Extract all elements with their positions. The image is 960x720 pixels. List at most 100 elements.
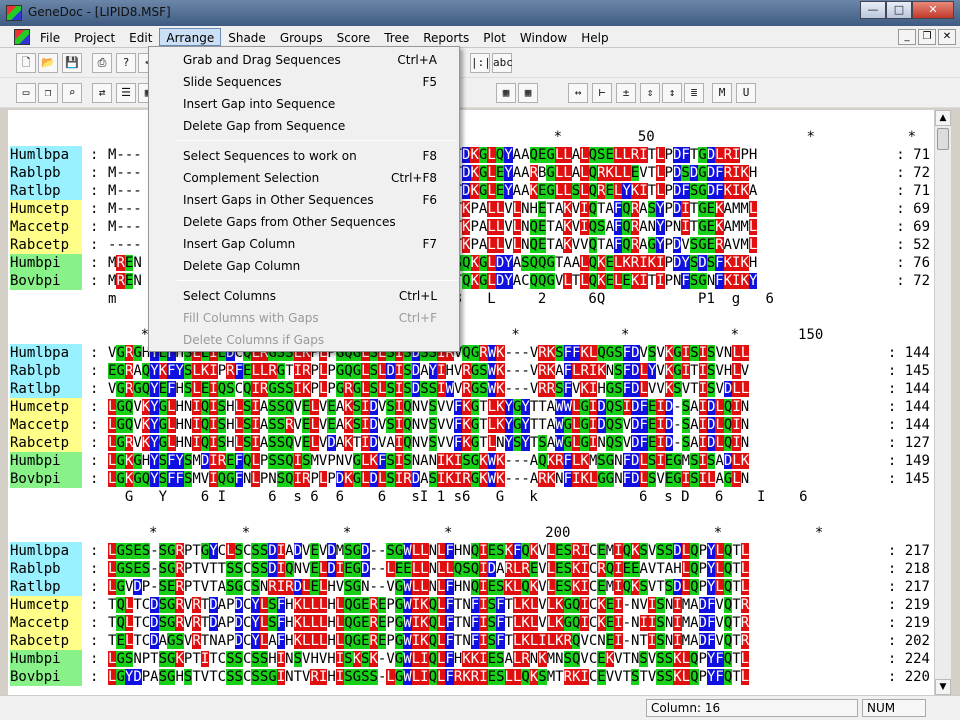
sequence-row[interactable]: Humcetp: TQLTCDSGRVRTDAPDCYLSFHKLLLHLQGER… [8,596,934,614]
list-icon[interactable]: ≣ [684,83,704,103]
sequence-row[interactable]: Rablpb:M--- LITRITDKGLEYAARBGLLALQRKLLEV… [8,164,934,182]
sequence-row[interactable]: Humcetp: LGQVKYGLHNIQISHLSIASSQVELVEAKSID… [8,398,934,416]
sequence-name[interactable]: Humlbpa [10,542,82,560]
open-folder-icon[interactable]: 📂 [38,53,58,73]
arrange-icon[interactable]: ⇄ [92,83,112,103]
sequence-name[interactable]: Maccetp [10,614,82,632]
sequence-name[interactable]: Humbpi [10,650,82,668]
u-icon[interactable]: U [736,83,756,103]
sequence-residues[interactable]: LGRVKYGLHNIQISHLSIASSQVELVDAKTIDVAIQNVSV… [108,434,749,452]
sequence-row[interactable]: Maccetp: LGQVKYGLHNIQISHLSIASSRVELVEAKSID… [8,416,934,434]
sequence-name[interactable]: Humcetp [10,596,82,614]
sequence-row[interactable]: Humbpi: LGSNPTSGKPTITCSSCSSHINSVHVHISKSK-… [8,650,934,668]
arrow-lr-icon[interactable]: ↔ [568,83,588,103]
sequence-row[interactable]: Bovbpi: LGYDPASGHSTVTCSSCSSGINTVRIHISGSS-… [8,668,934,686]
app-icon[interactable] [6,5,22,21]
sequence-name[interactable]: Ratlbp [10,380,82,398]
grid3-icon[interactable]: ▦ [518,83,538,103]
menu-score[interactable]: Score [330,28,378,46]
sequence-row[interactable]: Humlbpa: LGSES-SGRPTGYCLSCSSDIADVEVDMSGD-… [8,542,934,560]
menu-tree[interactable]: Tree [377,28,416,46]
sequence-row[interactable]: Ratlbp: LGVDP-SERPTVTASGCSNRIRDLELHVSGN--… [8,578,934,596]
menu-project[interactable]: Project [67,28,122,46]
print-icon[interactable]: ⎙ [92,53,112,73]
sequence-residues[interactable]: EGRAQYKFYSLKIPRFELLRGTIRPLPGQGLSLDISDAYI… [108,362,749,380]
report-icon[interactable]: ☰ [116,83,136,103]
sequence-row[interactable]: Humlbpa:M--- LVARITDKGLQYAAQEGLLALQSELLR… [8,146,934,164]
sequence-residues[interactable]: LGKGQYSFFSMVIQGFNLPNSQIRPLPDKGLDLSIRDASI… [108,470,749,488]
sequence-row[interactable]: Humlbpa: VGRGHYEFHSLEIEDCQLRGSSLKPLPGQGLS… [8,344,934,362]
minimize-button[interactable]: — [860,1,886,19]
mdi-close-button[interactable]: ✕ [938,29,956,45]
scroll-thumb[interactable] [937,128,949,150]
menu-file[interactable]: File [33,28,67,46]
arrange-menu-item[interactable]: Complement Selection Ctrl+F8 [151,167,457,189]
sequence-row[interactable]: Ratlbp:M--- MVVRITDKGLEYAAKEGLLSLQRELYKI… [8,182,934,200]
save-icon[interactable]: 💾 [62,53,82,73]
sequence-name[interactable]: Humlbpa [10,344,82,362]
sequence-residues[interactable]: TQLTCDSGRVRTDAPDCYLSFHKLLLHLQGEREPGWIKQL… [108,614,750,632]
arrange-menu-item[interactable]: Insert Gaps in Other Sequences F6 [151,189,457,211]
sequence-residues[interactable]: LGKGHYSFYSMDIREFQLPSSQISMVPNVGLKFSISNANI… [108,452,750,470]
sequence-residues[interactable]: LGQVKYGLHNIQISHLSIASSRVELVEAKSIDVSIQNVSV… [108,416,749,434]
sequence-name[interactable]: Humlbpa [10,146,82,164]
sequence-row[interactable]: Humbpi: LGKGHYSFYSMDIREFQLPSSQISMVPNVGLKF… [8,452,934,470]
arrange-menu-item[interactable]: Delete Gaps from Other Sequences [151,211,457,233]
sequence-name[interactable]: Ratlbp [10,182,82,200]
sequence-residues[interactable]: TELTCDAGSVRTNAPDCYLAFHKLLLHLQGEREPGWIKQL… [108,632,750,650]
sequence-residues[interactable]: LGYDPASGHSTVTCSSCSSGINTVRIHISGSS-LGWLIQL… [108,668,750,686]
arrange-menu-item[interactable]: Grab and Drag Sequences Ctrl+A [151,49,457,71]
sequence-name[interactable]: Humbpi [10,452,82,470]
sequence-residues[interactable]: VGRGQYEFHSLEIQSCQIRGSSIKPLPGRGLSLSISDSSI… [108,380,750,398]
arrange-menu-item[interactable]: Select Columns Ctrl+L [151,285,457,307]
sequence-row[interactable]: Bovbpi:MREN IVARITQKGLDYACQQGVLTLQKELEKI… [8,272,934,290]
mdi-restore-button[interactable]: ❐ [918,29,936,45]
sequence-name[interactable]: Ratlbp [10,578,82,596]
sequence-residues[interactable]: LGSES-SGRPTVTTSSCSSDIQNVELDIEGD--LEELLNL… [108,560,750,578]
arrange-menu-item[interactable]: Select Sequences to work on F8 [151,145,457,167]
sequence-row[interactable]: Bovbpi: LGKGQYSFFSMVIQGFNLPNSQIRPLPDKGLDL… [8,470,934,488]
sequence-name[interactable]: Humbpi [10,254,82,272]
vertical-scrollbar[interactable]: ▲ ▼ [934,110,951,695]
sequence-row[interactable]: Rablpb: EGRAQYKFYSLKIPRFELLRGTIRPLPGQGLSL… [8,362,934,380]
sequence-residues[interactable]: LGQVKYGLHNIQISHLSIASSQVELVEAKSIDVSIQNVSV… [108,398,749,416]
sequence-name[interactable]: Maccetp [10,218,82,236]
close-button[interactable]: ✕ [912,1,954,19]
document-icon[interactable] [14,29,30,45]
sequence-name[interactable]: Maccetp [10,416,82,434]
menu-groups[interactable]: Groups [273,28,330,46]
maximize-button[interactable]: □ [886,1,912,19]
menu-edit[interactable]: Edit [122,28,159,46]
sequence-row[interactable]: Maccetp:M--- IVCRITKPALLVLNQETAKVIQSAFQR… [8,218,934,236]
sequence-row[interactable]: Rabcetp: LGRVKYGLHNIQISHLSIASSQVELVDAKTID… [8,434,934,452]
sequence-name[interactable]: Rablpb [10,362,82,380]
sequence-residues[interactable]: LGSES-SGRPTGYCLSCSSDIADVEVDMSGD--SGWLLNL… [108,542,750,560]
arrange-menu-item[interactable]: Delete Gap from Sequence [151,115,457,137]
sequence-name[interactable]: Bovbpi [10,470,82,488]
sequence-name[interactable]: Bovbpi [10,668,82,686]
copy-seq-icon[interactable]: ❐ [38,83,58,103]
sequence-row[interactable]: Rablpb: LGSES-SGRPTVTTSSCSSDIQNVELDIEGD--… [8,560,934,578]
sequence-row[interactable]: Humcetp:M--- IVCRITKPALLVLNHETAKVIQTAFQR… [8,200,934,218]
arrange-menu-item[interactable]: Insert Gap Column F7 [151,233,457,255]
sequence-row[interactable]: Maccetp: TQLTCDSGRVRTDAPDCYLSFHKLLLHLQGER… [8,614,934,632]
new-doc-icon[interactable]: 🗋 [16,53,36,73]
sequence-residues[interactable]: TQLTCDSGRVRTDAPDCYLSFHKLLLHLQGEREPGWIKQL… [108,596,750,614]
sequence-name[interactable]: Bovbpi [10,272,82,290]
menu-shade[interactable]: Shade [221,28,273,46]
dot-icon[interactable]: ↕ [662,83,682,103]
help-icon[interactable]: ? [116,53,136,73]
menu-plot[interactable]: Plot [476,28,513,46]
alignment-pane[interactable]: * 50 * *Humlbpa:M--- LVARITDKGLQYAAQEGLL… [8,110,934,695]
spacer-icon[interactable]: ⇕ [640,83,660,103]
sequence-row[interactable]: Rabcetp: TELTCDAGSVRTNAPDCYLAFHKLLLHLQGER… [8,632,934,650]
sequence-name[interactable]: Rablpb [10,164,82,182]
menu-window[interactable]: Window [513,28,574,46]
abc-icon[interactable]: abc [492,53,513,73]
menu-reports[interactable]: Reports [416,28,476,46]
scroll-down-arrow[interactable]: ▼ [935,679,951,695]
find-icon[interactable]: ⌕ [62,83,82,103]
plus-minus-icon[interactable]: ± [616,83,636,103]
copy-icon[interactable]: ▭ [16,83,36,103]
m-icon[interactable]: M [712,83,732,103]
